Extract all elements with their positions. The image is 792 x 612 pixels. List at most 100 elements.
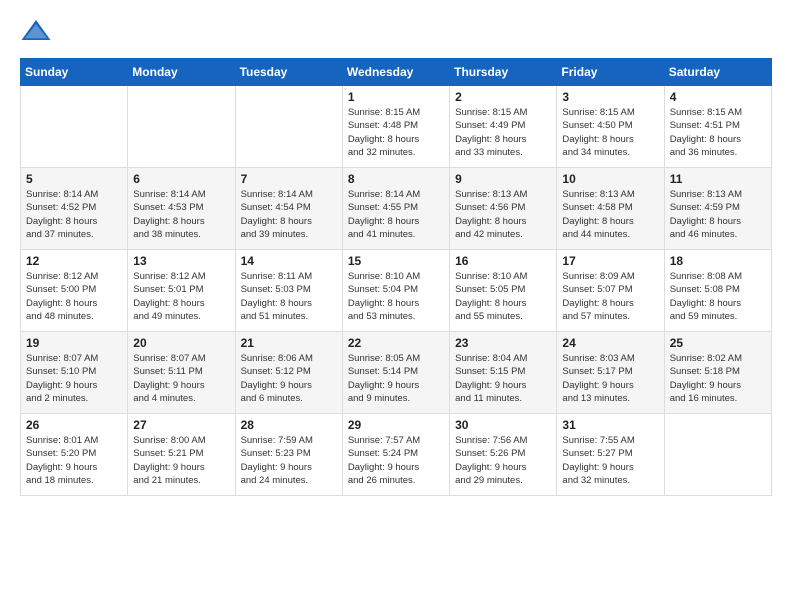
day-number: 10 (562, 172, 658, 186)
day-number: 25 (670, 336, 766, 350)
day-number: 13 (133, 254, 229, 268)
calendar-cell: 3Sunrise: 8:15 AM Sunset: 4:50 PM Daylig… (557, 86, 664, 168)
day-info: Sunrise: 8:14 AM Sunset: 4:53 PM Dayligh… (133, 188, 229, 241)
calendar-cell: 30 Sunrise: 7:56 AM Sunset: 5:26 PM Dayli… (450, 414, 557, 496)
day-info: Sunrise: 8:04 AM Sunset: 5:15 PM Dayligh… (455, 352, 551, 405)
day-number: 16 (455, 254, 551, 268)
calendar-week-4: 19 Sunrise: 8:07 AM Sunset: 5:10 PM Dayli… (21, 332, 772, 414)
calendar-cell: 31 Sunrise: 7:55 AM Sunset: 5:27 PM Dayli… (557, 414, 664, 496)
day-number: 22 (348, 336, 444, 350)
calendar-cell: 16 Sunrise: 8:10 AM Sunset: 5:05 PM Dayli… (450, 250, 557, 332)
day-info: Sunrise: 7:55 AM Sunset: 5:27 PM Dayligh… (562, 434, 658, 487)
calendar-cell: 28 Sunrise: 7:59 AM Sunset: 5:23 PM Dayli… (235, 414, 342, 496)
calendar-cell: 5 Sunrise: 8:14 AM Sunset: 4:52 PM Daylig… (21, 168, 128, 250)
day-number: 1 (348, 90, 444, 104)
day-info: Sunrise: 7:56 AM Sunset: 5:26 PM Dayligh… (455, 434, 551, 487)
day-info: Sunrise: 7:59 AM Sunset: 5:23 PM Dayligh… (241, 434, 337, 487)
calendar: SundayMondayTuesdayWednesdayThursdayFrid… (20, 58, 772, 496)
calendar-cell: 2 Sunrise: 8:15 AM Sunset: 4:49 PM Daylig… (450, 86, 557, 168)
day-number: 14 (241, 254, 337, 268)
day-number: 23 (455, 336, 551, 350)
day-number: 19 (26, 336, 122, 350)
calendar-cell: 10 Sunrise: 8:13 AM Sunset: 4:58 PM Dayli… (557, 168, 664, 250)
calendar-cell: 1 Sunrise: 8:15 AM Sunset: 4:48 PM Daylig… (342, 86, 449, 168)
calendar-cell: 9 Sunrise: 8:13 AM Sunset: 4:56 PM Daylig… (450, 168, 557, 250)
calendar-cell (128, 86, 235, 168)
calendar-cell: 20Sunrise: 8:07 AM Sunset: 5:11 PM Dayli… (128, 332, 235, 414)
day-number: 4 (670, 90, 766, 104)
day-info: Sunrise: 8:11 AM Sunset: 5:03 PM Dayligh… (241, 270, 337, 323)
day-info: Sunrise: 8:07 AM Sunset: 5:10 PM Dayligh… (26, 352, 122, 405)
day-info: Sunrise: 8:15 AM Sunset: 4:48 PM Dayligh… (348, 106, 444, 159)
day-number: 31 (562, 418, 658, 432)
day-info: Sunrise: 8:01 AM Sunset: 5:20 PM Dayligh… (26, 434, 122, 487)
day-number: 24 (562, 336, 658, 350)
day-info: Sunrise: 8:09 AM Sunset: 5:07 PM Dayligh… (562, 270, 658, 323)
day-info: Sunrise: 8:15 AM Sunset: 4:49 PM Dayligh… (455, 106, 551, 159)
logo (20, 16, 56, 48)
calendar-cell: 27 Sunrise: 8:00 AM Sunset: 5:21 PM Dayli… (128, 414, 235, 496)
weekday-header-saturday: Saturday (664, 59, 771, 86)
day-number: 6 (133, 172, 229, 186)
day-number: 8 (348, 172, 444, 186)
day-number: 17 (562, 254, 658, 268)
calendar-cell (21, 86, 128, 168)
calendar-cell: 14 Sunrise: 8:11 AM Sunset: 5:03 PM Dayli… (235, 250, 342, 332)
day-number: 27 (133, 418, 229, 432)
day-number: 3 (562, 90, 658, 104)
calendar-cell: 19 Sunrise: 8:07 AM Sunset: 5:10 PM Dayli… (21, 332, 128, 414)
day-info: Sunrise: 8:03 AM Sunset: 5:17 PM Dayligh… (562, 352, 658, 405)
day-info: Sunrise: 8:15 AM Sunset: 4:51 PM Dayligh… (670, 106, 766, 159)
day-number: 7 (241, 172, 337, 186)
day-number: 5 (26, 172, 122, 186)
day-number: 28 (241, 418, 337, 432)
calendar-cell: 18Sunrise: 8:08 AM Sunset: 5:08 PM Dayli… (664, 250, 771, 332)
calendar-cell: 13Sunrise: 8:12 AM Sunset: 5:01 PM Dayli… (128, 250, 235, 332)
day-info: Sunrise: 8:14 AM Sunset: 4:55 PM Dayligh… (348, 188, 444, 241)
weekday-header-monday: Monday (128, 59, 235, 86)
day-number: 12 (26, 254, 122, 268)
header (20, 16, 772, 48)
day-info: Sunrise: 8:08 AM Sunset: 5:08 PM Dayligh… (670, 270, 766, 323)
day-number: 21 (241, 336, 337, 350)
day-info: Sunrise: 8:10 AM Sunset: 5:04 PM Dayligh… (348, 270, 444, 323)
calendar-week-3: 12Sunrise: 8:12 AM Sunset: 5:00 PM Dayli… (21, 250, 772, 332)
page: SundayMondayTuesdayWednesdayThursdayFrid… (0, 0, 792, 516)
day-number: 29 (348, 418, 444, 432)
day-number: 11 (670, 172, 766, 186)
calendar-week-1: 1 Sunrise: 8:15 AM Sunset: 4:48 PM Daylig… (21, 86, 772, 168)
calendar-cell: 7 Sunrise: 8:14 AM Sunset: 4:54 PM Daylig… (235, 168, 342, 250)
day-info: Sunrise: 8:10 AM Sunset: 5:05 PM Dayligh… (455, 270, 551, 323)
calendar-cell: 4 Sunrise: 8:15 AM Sunset: 4:51 PM Daylig… (664, 86, 771, 168)
calendar-cell: 15Sunrise: 8:10 AM Sunset: 5:04 PM Dayli… (342, 250, 449, 332)
day-info: Sunrise: 8:14 AM Sunset: 4:52 PM Dayligh… (26, 188, 122, 241)
calendar-cell: 22Sunrise: 8:05 AM Sunset: 5:14 PM Dayli… (342, 332, 449, 414)
calendar-cell: 21 Sunrise: 8:06 AM Sunset: 5:12 PM Dayli… (235, 332, 342, 414)
calendar-cell: 25 Sunrise: 8:02 AM Sunset: 5:18 PM Dayli… (664, 332, 771, 414)
weekday-header-wednesday: Wednesday (342, 59, 449, 86)
day-info: Sunrise: 8:00 AM Sunset: 5:21 PM Dayligh… (133, 434, 229, 487)
weekday-header-thursday: Thursday (450, 59, 557, 86)
day-info: Sunrise: 8:02 AM Sunset: 5:18 PM Dayligh… (670, 352, 766, 405)
day-info: Sunrise: 8:07 AM Sunset: 5:11 PM Dayligh… (133, 352, 229, 405)
day-info: Sunrise: 7:57 AM Sunset: 5:24 PM Dayligh… (348, 434, 444, 487)
day-info: Sunrise: 8:13 AM Sunset: 4:58 PM Dayligh… (562, 188, 658, 241)
day-info: Sunrise: 8:06 AM Sunset: 5:12 PM Dayligh… (241, 352, 337, 405)
calendar-cell: 26Sunrise: 8:01 AM Sunset: 5:20 PM Dayli… (21, 414, 128, 496)
calendar-week-5: 26Sunrise: 8:01 AM Sunset: 5:20 PM Dayli… (21, 414, 772, 496)
calendar-cell: 8 Sunrise: 8:14 AM Sunset: 4:55 PM Daylig… (342, 168, 449, 250)
day-info: Sunrise: 8:13 AM Sunset: 4:56 PM Dayligh… (455, 188, 551, 241)
calendar-cell: 29 Sunrise: 7:57 AM Sunset: 5:24 PM Dayli… (342, 414, 449, 496)
weekday-header-row: SundayMondayTuesdayWednesdayThursdayFrid… (21, 59, 772, 86)
calendar-cell (235, 86, 342, 168)
calendar-cell: 12Sunrise: 8:12 AM Sunset: 5:00 PM Dayli… (21, 250, 128, 332)
day-number: 9 (455, 172, 551, 186)
day-info: Sunrise: 8:14 AM Sunset: 4:54 PM Dayligh… (241, 188, 337, 241)
calendar-cell: 24 Sunrise: 8:03 AM Sunset: 5:17 PM Dayli… (557, 332, 664, 414)
calendar-cell: 11Sunrise: 8:13 AM Sunset: 4:59 PM Dayli… (664, 168, 771, 250)
calendar-cell: 17 Sunrise: 8:09 AM Sunset: 5:07 PM Dayli… (557, 250, 664, 332)
day-number: 30 (455, 418, 551, 432)
day-number: 2 (455, 90, 551, 104)
weekday-header-sunday: Sunday (21, 59, 128, 86)
weekday-header-tuesday: Tuesday (235, 59, 342, 86)
